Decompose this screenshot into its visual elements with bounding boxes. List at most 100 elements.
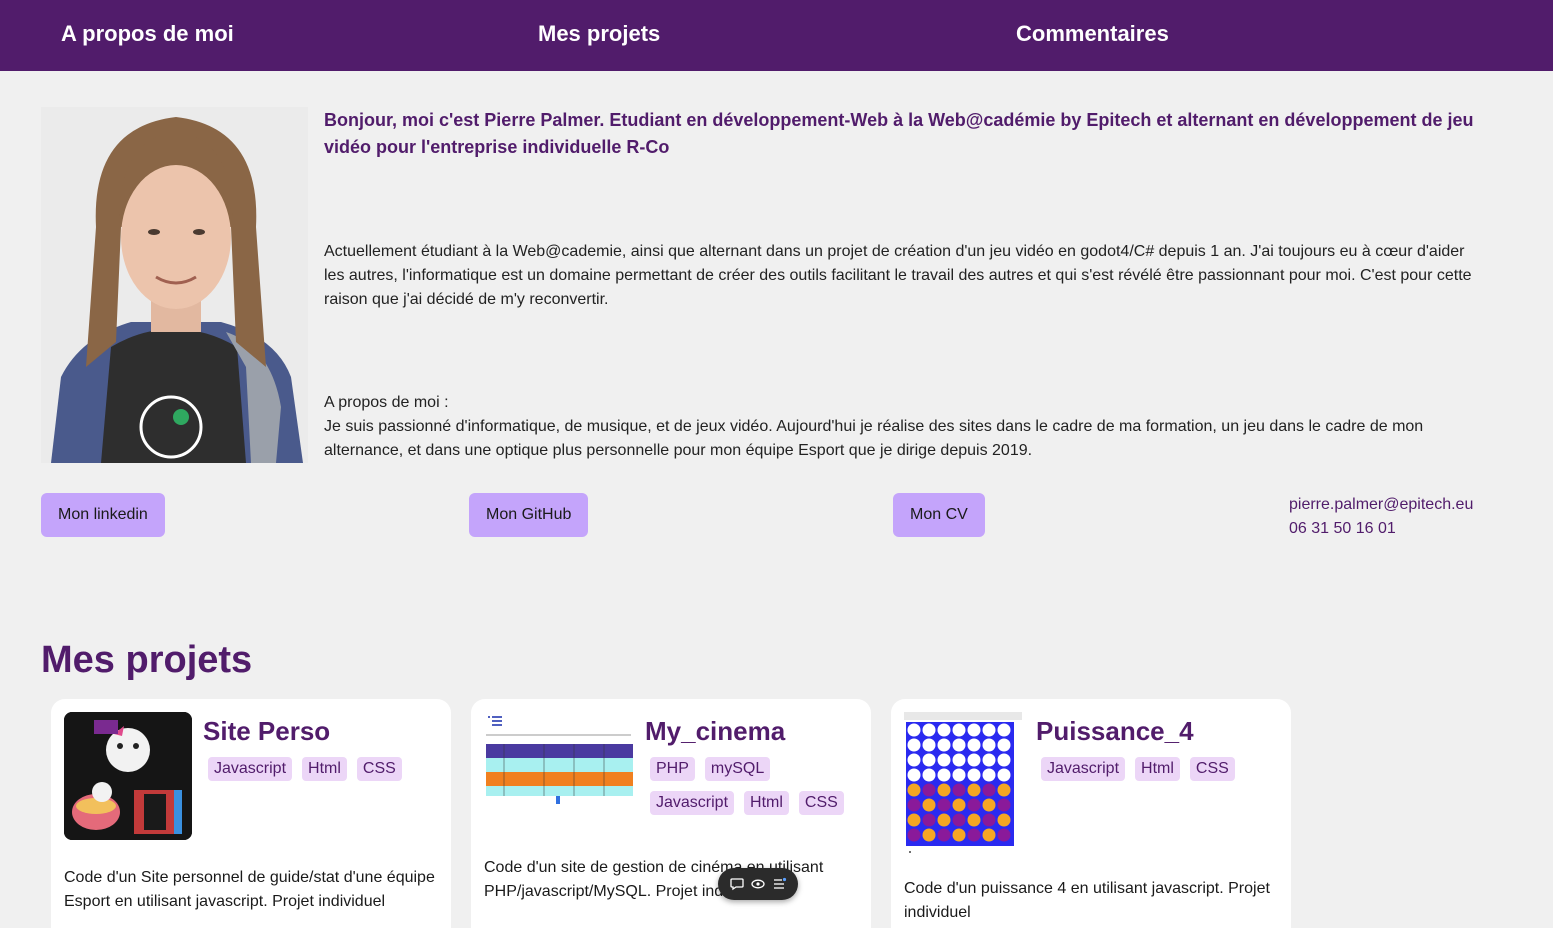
board-cell bbox=[952, 753, 966, 767]
contact-phone: 06 31 50 16 01 bbox=[1289, 520, 1396, 537]
board-cell bbox=[922, 738, 936, 752]
board-cell bbox=[982, 828, 996, 842]
contact-info: pierre.palmer@epitech.eu 06 31 50 16 01 bbox=[1289, 493, 1473, 541]
board-cell bbox=[952, 768, 966, 782]
board-cell bbox=[907, 798, 921, 812]
about-paragraph-2-text: Je suis passionné d'informatique, de mus… bbox=[324, 418, 1424, 459]
project-card[interactable]: My_cinema PHP mySQL Javascript Html CSS … bbox=[471, 699, 871, 928]
board-cell bbox=[907, 723, 921, 737]
project-thumbnail bbox=[64, 712, 192, 840]
board-cell bbox=[982, 768, 996, 782]
board-cell bbox=[937, 768, 951, 782]
intro-text: Bonjour, moi c'est Pierre Palmer. Etudia… bbox=[324, 110, 1474, 157]
project-description: Code d'un puissance 4 en utilisant javas… bbox=[904, 880, 1270, 921]
board-cell bbox=[907, 828, 921, 842]
board-cell bbox=[922, 813, 936, 827]
about-paragraph-1: Actuellement étudiant à la Web@cademie, … bbox=[324, 243, 1472, 308]
project-thumbnail bbox=[484, 712, 633, 805]
project-tag: CSS bbox=[1189, 757, 1235, 781]
project-thumbnail bbox=[904, 712, 1022, 858]
project-tag: mySQL bbox=[704, 757, 771, 781]
project-title: Site Perso bbox=[203, 716, 331, 746]
board-cell bbox=[922, 723, 936, 737]
project-tag: Html bbox=[744, 791, 789, 815]
board-cell bbox=[937, 738, 951, 752]
board-cell bbox=[982, 738, 996, 752]
project-tag: CSS bbox=[356, 757, 402, 781]
projects-section-title: Mes projets bbox=[41, 639, 253, 681]
project-title: My_cinema bbox=[645, 716, 786, 746]
board-cell bbox=[997, 798, 1011, 812]
board-cell bbox=[997, 738, 1011, 752]
board-cell bbox=[922, 828, 936, 842]
project-description: Code d'un Site personnel de guide/stat d… bbox=[64, 869, 435, 910]
board-cell bbox=[997, 753, 1011, 767]
linkedin-button[interactable]: Mon linkedin bbox=[41, 493, 165, 537]
board-cell bbox=[922, 768, 936, 782]
project-tag: CSS bbox=[798, 791, 844, 815]
board-cell bbox=[967, 768, 981, 782]
profile-photo bbox=[41, 107, 308, 463]
board-cell bbox=[907, 768, 921, 782]
cv-button[interactable]: Mon CV bbox=[893, 493, 985, 537]
board-cell bbox=[952, 783, 966, 797]
board-cell bbox=[982, 783, 996, 797]
about-heading: A propos de moi : bbox=[324, 394, 449, 411]
menu-list-icon[interactable] bbox=[771, 876, 787, 892]
project-tags: Javascript Html CSS bbox=[203, 752, 443, 786]
board-cell bbox=[997, 813, 1011, 827]
board-cell bbox=[982, 723, 996, 737]
board-cell bbox=[937, 753, 951, 767]
board-cell bbox=[952, 828, 966, 842]
board-cell bbox=[967, 798, 981, 812]
navbar: A propos de moi Mes projets Commentaires bbox=[0, 0, 1553, 71]
board-cell bbox=[982, 798, 996, 812]
about-paragraph-2: A propos de moi : Je suis passionné d'in… bbox=[324, 391, 1484, 463]
nav-link-projects[interactable]: Mes projets bbox=[538, 21, 660, 47]
board-cell bbox=[952, 798, 966, 812]
board-cell bbox=[952, 738, 966, 752]
contact-email[interactable]: pierre.palmer@epitech.eu bbox=[1289, 493, 1473, 517]
board-cell bbox=[907, 813, 921, 827]
board-cell bbox=[952, 723, 966, 737]
board-cell bbox=[937, 783, 951, 797]
board-cell bbox=[922, 783, 936, 797]
board-cell bbox=[907, 783, 921, 797]
board-cell bbox=[982, 753, 996, 767]
board-cell bbox=[967, 738, 981, 752]
board-cell bbox=[967, 723, 981, 737]
board-cell bbox=[997, 768, 1011, 782]
project-tag: Html bbox=[302, 757, 347, 781]
nav-link-comments[interactable]: Commentaires bbox=[1016, 21, 1169, 47]
board-cell bbox=[967, 783, 981, 797]
project-card[interactable]: Site Perso Javascript Html CSS Code d'un… bbox=[51, 699, 451, 928]
board-cell bbox=[997, 783, 1011, 797]
board-cell bbox=[982, 813, 996, 827]
nav-link-about[interactable]: A propos de moi bbox=[61, 21, 234, 47]
board-cell bbox=[997, 723, 1011, 737]
project-tag: Javascript bbox=[650, 791, 735, 815]
floating-toolbar bbox=[718, 868, 798, 900]
project-tag: Html bbox=[1135, 757, 1180, 781]
project-card[interactable]: Puissance_4 Javascript Html CSS Code d'u… bbox=[891, 699, 1291, 928]
board-cell bbox=[907, 738, 921, 752]
project-tag: Javascript bbox=[1041, 757, 1126, 781]
eye-icon[interactable] bbox=[750, 876, 766, 892]
project-tags: PHP mySQL Javascript Html CSS bbox=[645, 752, 855, 820]
board-cell bbox=[952, 813, 966, 827]
board-cell bbox=[937, 828, 951, 842]
project-title: Puissance_4 bbox=[1036, 716, 1194, 746]
project-tag: PHP bbox=[650, 757, 695, 781]
board-cell bbox=[907, 753, 921, 767]
board-cell bbox=[967, 753, 981, 767]
board-cell bbox=[922, 753, 936, 767]
board-cell bbox=[922, 798, 936, 812]
board-cell bbox=[997, 828, 1011, 842]
comment-icon[interactable] bbox=[729, 876, 745, 892]
github-button[interactable]: Mon GitHub bbox=[469, 493, 589, 537]
board-cell bbox=[937, 798, 951, 812]
project-tags: Javascript Html CSS bbox=[1036, 752, 1276, 786]
board-cell bbox=[967, 813, 981, 827]
board-cell bbox=[967, 828, 981, 842]
board-cell bbox=[937, 813, 951, 827]
